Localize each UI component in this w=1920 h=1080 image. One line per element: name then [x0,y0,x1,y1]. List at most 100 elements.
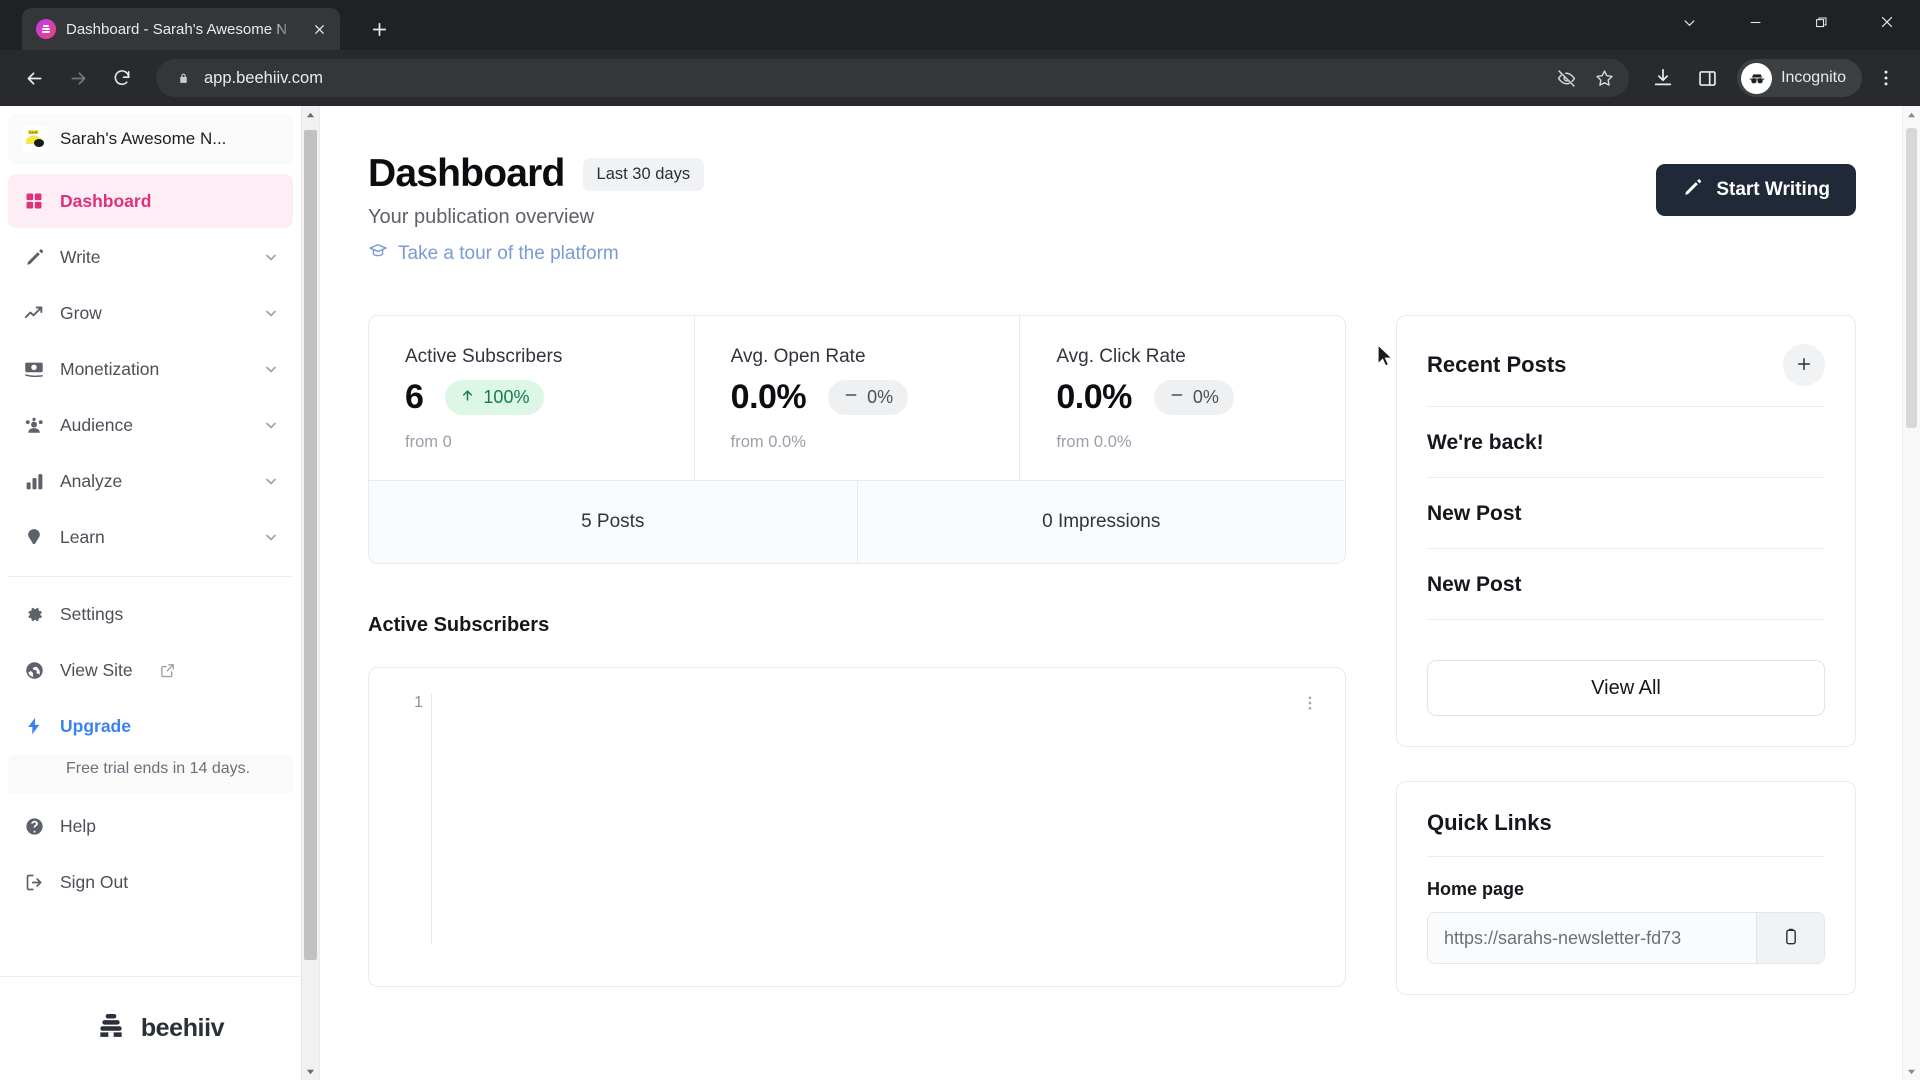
status-badge: 0% [1153,380,1234,415]
list-item[interactable]: We're back! [1427,407,1825,478]
status-badge: 100% [445,380,545,415]
chevron-down-icon[interactable] [263,305,279,321]
chevron-down-icon[interactable] [263,529,279,545]
brand-name: beehiiv [140,1014,225,1042]
close-window-icon[interactable] [1854,0,1920,44]
side-panel-icon[interactable] [1687,58,1727,98]
download-icon[interactable] [1643,58,1683,98]
sidebar-item-learn[interactable]: Learn [8,510,293,564]
minimize-icon[interactable] [1722,0,1788,44]
dash-icon [1169,387,1185,408]
scrollbar-thumb[interactable] [304,130,317,960]
sidebar-item-label: Settings [60,603,124,624]
profile-label: Incognito [1781,69,1846,86]
stat-avg-click-rate: Avg. Click Rate 0.0% 0% from 0.0% [1020,316,1345,480]
start-writing-label: Start Writing [1716,179,1830,200]
date-range-pill[interactable]: Last 30 days [582,157,705,191]
chevron-down-icon[interactable] [1656,0,1722,44]
right-rail: Recent Posts We're back! New Post New Po… [1396,315,1856,995]
trial-notice: Free trial ends in 14 days. [8,755,293,794]
scrollbar-thumb[interactable] [1906,128,1917,428]
people-icon [22,414,46,437]
close-tab-icon[interactable] [308,18,330,40]
sidebar-item-label: Monetization [60,358,160,379]
scroll-up-arrow-icon[interactable] [302,106,319,124]
primary-nav: Dashboard Write Grow Monetization Audien… [0,168,301,755]
reload-icon[interactable] [102,58,142,98]
eye-slash-icon[interactable] [1549,61,1583,95]
list-item[interactable]: New Post [1427,478,1825,549]
back-arrow-icon[interactable] [14,58,54,98]
sidebar-item-settings[interactable]: Settings [8,587,293,641]
sidebar-item-label: Grow [60,302,102,323]
sidebar-item-label: Upgrade [60,715,131,736]
app-sidebar: Sarah Sarah's Awesome N... Dashboard Wri… [0,106,320,1080]
scroll-down-arrow-icon[interactable] [1903,1062,1920,1080]
scroll-up-arrow-icon[interactable] [1903,106,1920,124]
sidebar-scrollbar[interactable] [301,106,319,1080]
sidebar-item-dashboard[interactable]: Dashboard [8,174,293,228]
stat-posts: 5 Posts [369,481,858,563]
copy-url-button[interactable] [1756,913,1824,963]
chevron-down-icon[interactable] [263,473,279,489]
graduation-cap-icon [368,241,388,267]
browser-tab[interactable]: Dashboard - Sarah's Awesome N [22,8,340,50]
page-title: Dashboard [368,152,565,195]
stat-label: Avg. Click Rate [1056,346,1186,367]
url-text[interactable]: app.beehiiv.com [204,69,1549,88]
tertiary-nav: Help Sign Out [0,794,301,912]
sidebar-item-label: Analyze [60,470,123,491]
sidebar-item-view-site[interactable]: View Site [8,643,293,697]
help-circle-icon [22,816,46,837]
star-icon[interactable] [1587,61,1621,95]
sidebar-item-grow[interactable]: Grow [8,286,293,340]
pencil-icon [22,247,46,268]
profile-chip[interactable]: Incognito [1737,59,1862,97]
sidebar-item-label: Dashboard [60,190,152,211]
list-item[interactable]: New Post [1427,549,1825,620]
sidebar-item-audience[interactable]: Audience [8,398,293,452]
chevron-down-icon[interactable] [263,417,279,433]
page-viewport: Sarah Sarah's Awesome N... Dashboard Wri… [0,106,1920,1080]
sidebar-item-write[interactable]: Write [8,230,293,284]
sidebar-item-sign-out[interactable]: Sign Out [8,856,293,910]
new-tab-icon[interactable] [362,12,396,46]
maximize-icon[interactable] [1788,0,1854,44]
lightbulb-icon [22,527,46,547]
kebab-menu-icon[interactable] [1866,58,1906,98]
sidebar-item-monetization[interactable]: Monetization [8,342,293,396]
chart-y-axis: 1 [393,694,431,944]
recent-posts-panel: Recent Posts We're back! New Post New Po… [1396,315,1856,747]
chevron-down-icon[interactable] [263,249,279,265]
add-post-button[interactable] [1783,344,1825,386]
sidebar-item-help[interactable]: Help [8,800,293,854]
tab-title: Dashboard - Sarah's Awesome N [66,20,288,38]
take-tour-link[interactable]: Take a tour of the platform [368,241,1656,267]
money-icon [22,358,46,380]
dash-icon [843,387,859,408]
stat-value: 6 [405,378,424,416]
badge-value: 0% [1192,387,1219,407]
sidebar-brand: beehiiv [0,976,319,1080]
beehive-logo-icon [95,1010,127,1047]
publication-switcher[interactable]: Sarah Sarah's Awesome N... [8,114,293,164]
globe-icon [22,660,46,681]
bar-chart-icon [22,471,46,492]
quick-links-title: Quick Links [1427,810,1552,835]
address-bar[interactable]: app.beehiiv.com [156,59,1630,97]
plus-icon [1795,355,1813,376]
svg-text:Sarah: Sarah [29,130,38,134]
home-page-url-input[interactable] [1428,913,1756,963]
scroll-down-arrow-icon[interactable] [302,1062,319,1080]
start-writing-button[interactable]: Start Writing [1656,164,1856,216]
lock-icon [172,67,194,89]
sidebar-item-upgrade[interactable]: Upgrade [8,699,293,753]
pencil-icon [1682,177,1703,204]
chevron-down-icon[interactable] [263,361,279,377]
page-scrollbar[interactable] [1902,106,1920,1080]
clipboard-icon [1781,927,1801,950]
sidebar-item-analyze[interactable]: Analyze [8,454,293,508]
browser-titlebar: Dashboard - Sarah's Awesome N [0,0,1920,50]
view-all-button[interactable]: View All [1427,660,1825,716]
overview-column: Active Subscribers 6 100% from 0 Avg. Op… [368,315,1346,987]
